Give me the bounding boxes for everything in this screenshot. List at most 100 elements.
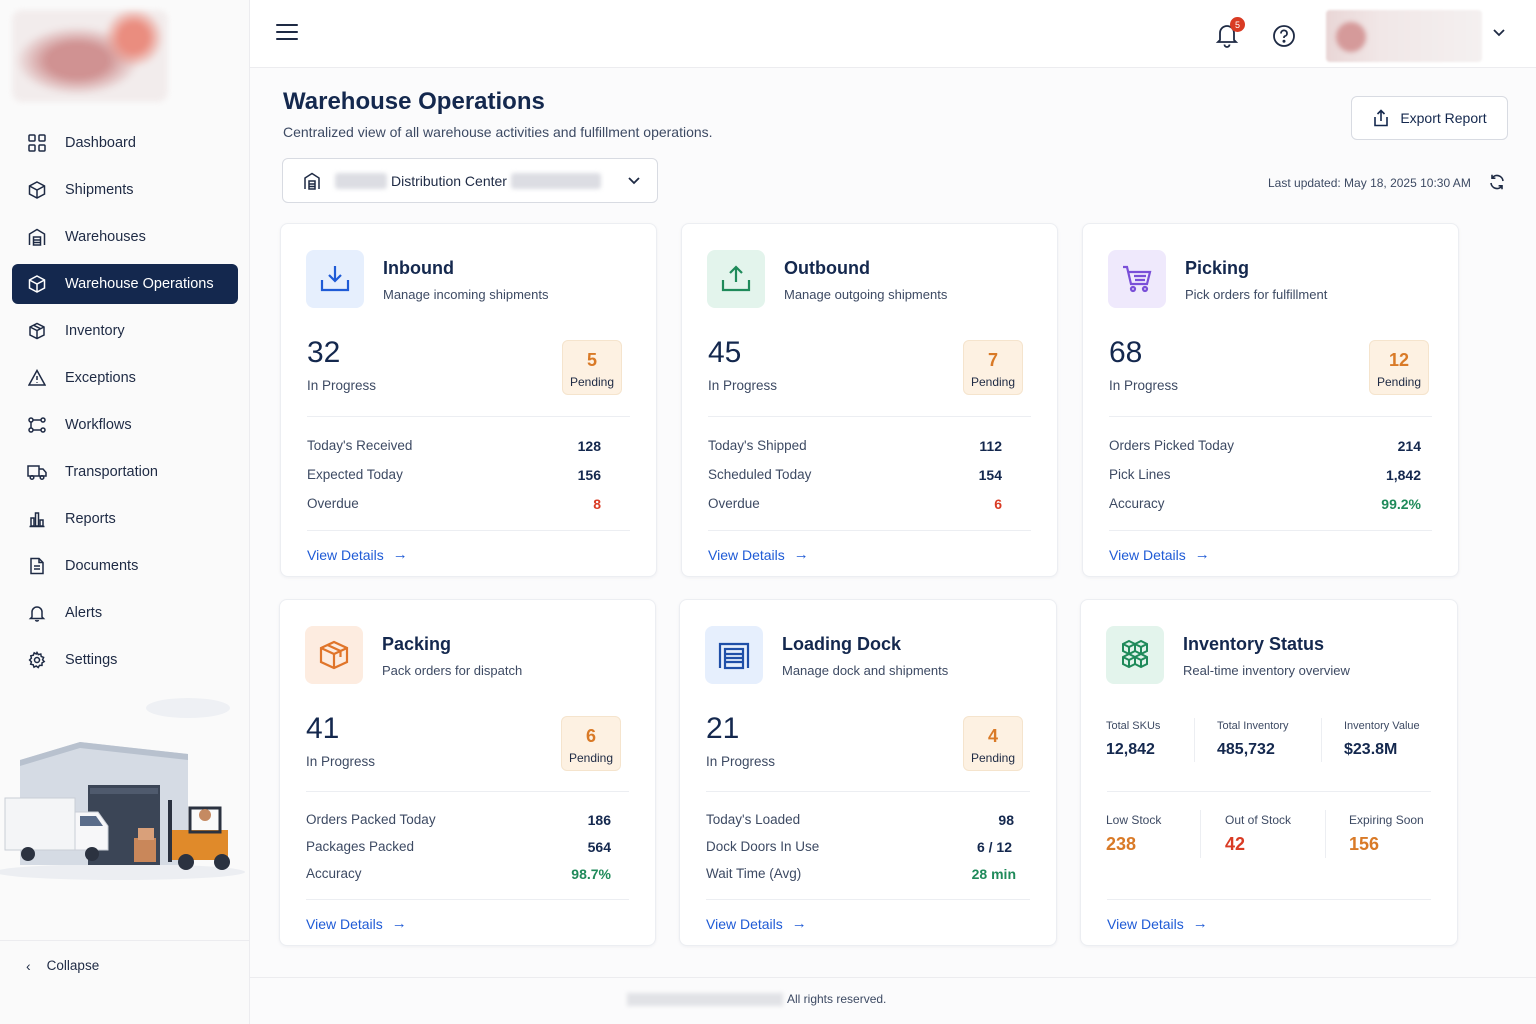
sidebar-item-label: Reports bbox=[65, 511, 116, 527]
pending-count: 6 bbox=[585, 726, 596, 746]
gear-icon bbox=[26, 649, 48, 671]
card-title: Picking bbox=[1185, 258, 1250, 278]
sidebar-item-alerts[interactable]: Alerts bbox=[12, 593, 238, 633]
sidebar-item-dashboard[interactable]: Dashboard bbox=[12, 123, 238, 163]
inbound-card: Inbound Manage incoming shipments 32 In … bbox=[280, 223, 657, 577]
in-progress-count: 68 bbox=[1109, 336, 1143, 369]
chevron-down-icon[interactable] bbox=[1492, 28, 1506, 38]
warehouse-select[interactable]: Distribution Center bbox=[282, 158, 658, 203]
box-icon bbox=[26, 179, 48, 201]
sidebar-item-warehouse-operations[interactable]: Warehouse Operations bbox=[12, 264, 238, 304]
stat-label: Accuracy bbox=[306, 866, 362, 881]
stat-row: Overdue 6 bbox=[708, 496, 1002, 512]
divider bbox=[1325, 810, 1326, 858]
view-details-link[interactable]: View Details → bbox=[307, 546, 408, 563]
stat-value: 112 bbox=[979, 438, 1002, 454]
pending-count: 12 bbox=[1388, 350, 1410, 370]
alert-value: 42 bbox=[1225, 834, 1246, 854]
pending-label: Pending bbox=[970, 751, 1016, 765]
card-subtitle: Manage incoming shipments bbox=[383, 287, 549, 302]
stat-label: Accuracy bbox=[1109, 496, 1165, 511]
sidebar-item-documents[interactable]: Documents bbox=[12, 546, 238, 586]
outbound-icon bbox=[707, 250, 765, 308]
stat-label: Orders Picked Today bbox=[1109, 438, 1235, 453]
pending-label: Pending bbox=[568, 751, 614, 765]
export-report-button[interactable]: Export Report bbox=[1351, 96, 1508, 140]
sidebar-item-exceptions[interactable]: Exceptions bbox=[12, 358, 238, 398]
stat-value: 1,842 bbox=[1385, 467, 1421, 483]
in-progress-label: In Progress bbox=[708, 378, 778, 393]
divider bbox=[1200, 810, 1201, 858]
view-details-link[interactable]: View Details → bbox=[706, 915, 807, 932]
sidebar-item-shipments[interactable]: Shipments bbox=[12, 170, 238, 210]
divider bbox=[708, 530, 1031, 531]
topbar: 5 bbox=[250, 0, 1536, 68]
sidebar-item-label: Dashboard bbox=[65, 135, 136, 151]
divider bbox=[1321, 718, 1322, 762]
stat-value: 128 bbox=[577, 438, 601, 454]
package-icon bbox=[305, 626, 363, 684]
sidebar-nav: Dashboard Shipments Warehouses Warehouse… bbox=[12, 123, 238, 687]
link-label: View Details bbox=[1107, 915, 1184, 932]
sidebar-item-warehouses[interactable]: Warehouses bbox=[12, 217, 238, 257]
divider bbox=[706, 899, 1030, 900]
grid-icon bbox=[26, 132, 48, 154]
collapse-sidebar-button[interactable]: ‹ Collapse bbox=[0, 940, 250, 990]
sidebar-item-workflows[interactable]: Workflows bbox=[12, 405, 238, 445]
in-progress-label: In Progress bbox=[706, 754, 776, 769]
stat-label: Expected Today bbox=[307, 467, 403, 482]
stat-row: Wait Time (Avg) 28 min bbox=[706, 866, 1016, 882]
stat-row: Orders Packed Today 186 bbox=[306, 812, 611, 828]
card-title: Inventory Status bbox=[1183, 634, 1325, 654]
divider bbox=[1109, 530, 1432, 531]
card-title: Packing bbox=[382, 634, 452, 654]
divider bbox=[307, 416, 630, 417]
stat-row: Orders Picked Today 214 bbox=[1109, 438, 1421, 454]
sidebar-item-inventory[interactable]: Inventory bbox=[12, 311, 238, 351]
warehouse-icon bbox=[26, 226, 48, 248]
stat-row: Pick Lines 1,842 bbox=[1109, 467, 1421, 483]
stat-label: Packages Packed bbox=[306, 839, 415, 854]
view-details-link[interactable]: View Details → bbox=[1109, 546, 1210, 563]
pending-badge: 5 Pending bbox=[562, 340, 622, 395]
sidebar-item-transportation[interactable]: Transportation bbox=[12, 452, 238, 492]
divider bbox=[708, 416, 1031, 417]
shopping-cart-icon bbox=[1108, 250, 1166, 308]
sidebar-item-settings[interactable]: Settings bbox=[12, 640, 238, 680]
user-profile[interactable] bbox=[1326, 10, 1482, 62]
stat-label: Overdue bbox=[708, 496, 760, 511]
refresh-icon[interactable] bbox=[1488, 173, 1506, 191]
collapse-label: Collapse bbox=[46, 958, 100, 973]
sidebar-item-label: Inventory bbox=[65, 323, 125, 339]
stat-row: Dock Doors In Use 6 / 12 bbox=[706, 839, 1012, 855]
company-logo[interactable] bbox=[12, 10, 168, 102]
stat-label: Total SKUs bbox=[1106, 720, 1161, 732]
last-updated: Last updated: May 18, 2025 10:30 AM bbox=[1268, 176, 1471, 190]
arrow-right-icon: → bbox=[791, 915, 807, 932]
sidebar-item-reports[interactable]: Reports bbox=[12, 499, 238, 539]
divider bbox=[1194, 718, 1195, 762]
loading-dock-card: Loading Dock Manage dock and shipments 2… bbox=[679, 599, 1057, 946]
stat-row: Today's Received 128 bbox=[307, 438, 601, 454]
footer-divider bbox=[250, 977, 1536, 978]
stat-value: 98 bbox=[998, 812, 1014, 828]
arrow-right-icon: → bbox=[392, 546, 408, 563]
inbound-icon bbox=[306, 250, 364, 308]
view-details-link[interactable]: View Details → bbox=[1107, 915, 1208, 932]
sidebar-item-label: Alerts bbox=[65, 605, 103, 621]
packing-card: Packing Pack orders for dispatch 41 In P… bbox=[279, 599, 656, 946]
divider bbox=[1109, 416, 1432, 417]
stat-label: Wait Time (Avg) bbox=[706, 866, 802, 881]
stat-row: Packages Packed 564 bbox=[306, 839, 611, 855]
menu-icon[interactable] bbox=[276, 24, 298, 44]
pending-badge: 4 Pending bbox=[963, 716, 1023, 771]
view-details-link[interactable]: View Details → bbox=[708, 546, 809, 563]
view-details-link[interactable]: View Details → bbox=[306, 915, 407, 932]
stat-value: 99.2% bbox=[1381, 496, 1421, 512]
help-icon[interactable] bbox=[1272, 24, 1296, 48]
pending-label: Pending bbox=[569, 375, 615, 389]
page-title: Warehouse Operations bbox=[283, 88, 545, 115]
stat-row: Accuracy 98.7% bbox=[306, 866, 611, 882]
sidebar-item-label: Workflows bbox=[65, 417, 132, 433]
sidebar-item-label: Settings bbox=[65, 652, 118, 668]
